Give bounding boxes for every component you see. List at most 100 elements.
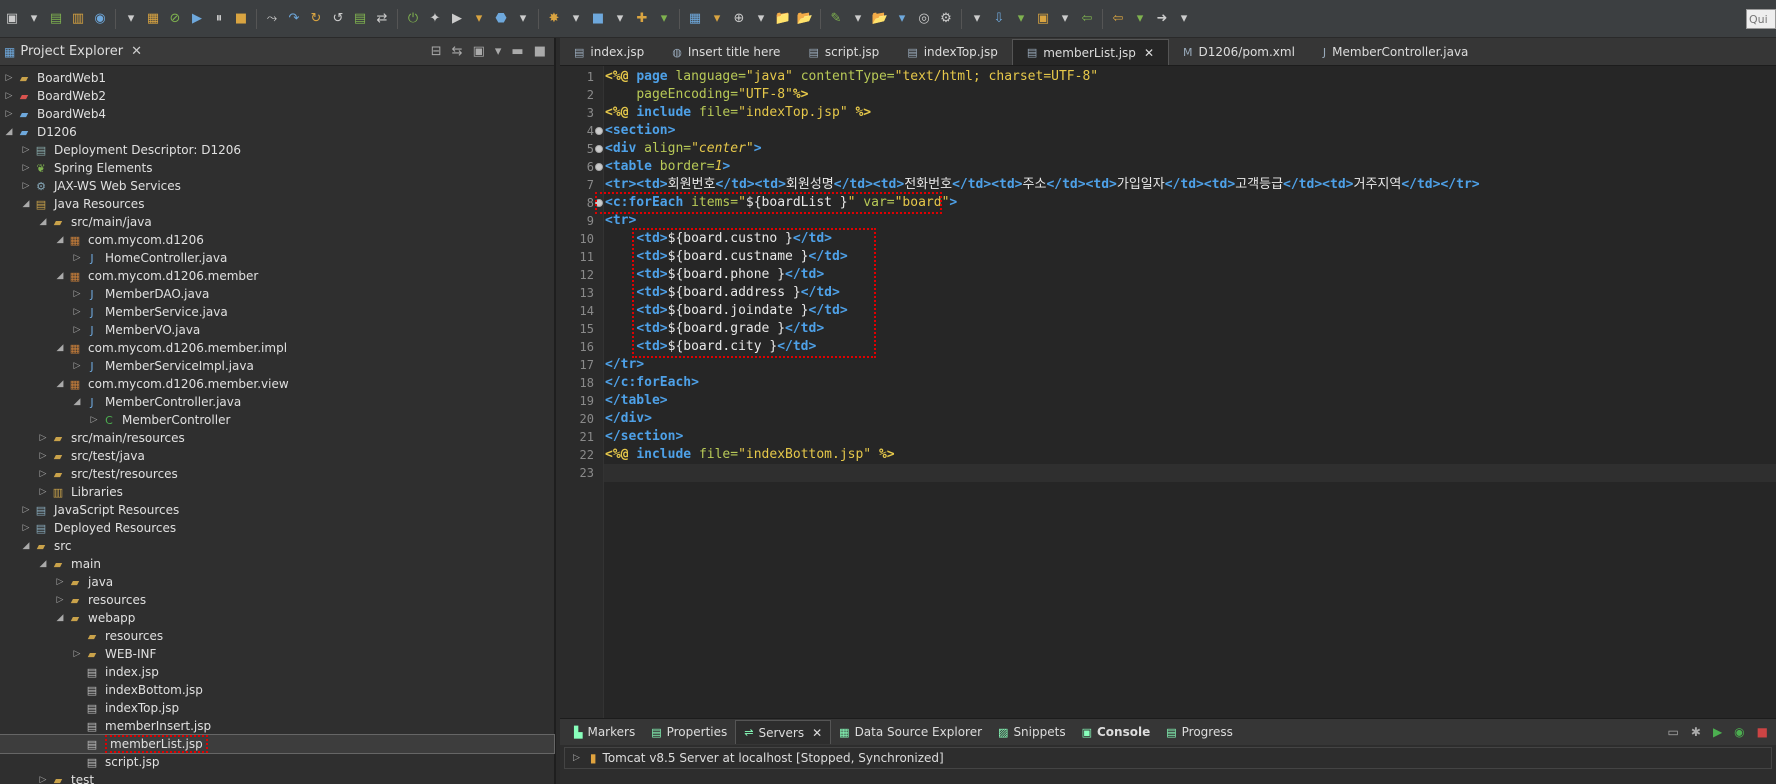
fold-toggle-icon[interactable] <box>595 145 603 153</box>
expand-arrow-icon[interactable]: ▷ <box>36 469 50 479</box>
fold-toggle-icon[interactable] <box>595 163 603 171</box>
maximize-icon[interactable]: ■ <box>534 44 546 59</box>
tree-item[interactable]: ▷ ▤ JavaScript Resources <box>0 501 554 519</box>
toolbar-button-icon[interactable]: ⇄ <box>372 9 392 29</box>
collapse-all-icon[interactable]: ⊟ <box>431 44 442 59</box>
toolbar-button-icon[interactable]: ▾ <box>469 9 489 29</box>
tree-item[interactable]: ▷ ❦ Spring Elements <box>0 159 554 177</box>
toolbar-button-icon[interactable]: ▤ <box>46 9 66 29</box>
toolbar-button-icon[interactable]: ⊕ <box>729 9 749 29</box>
expand-arrow-icon[interactable]: ▷ <box>36 775 50 784</box>
tree-item[interactable]: ▷ ▥ Libraries <box>0 483 554 501</box>
tree-item[interactable]: ▷ C MemberController <box>0 411 554 429</box>
bottom-tab[interactable]: ▣ Console <box>1074 720 1159 744</box>
toolbar-button-icon[interactable]: ⇩ <box>989 9 1009 29</box>
collapse-arrow-icon[interactable]: ◢ <box>70 397 84 407</box>
tree-item[interactable]: ▷ ▰ src/main/resources <box>0 429 554 447</box>
expand-arrow-icon[interactable]: ▷ <box>87 415 101 425</box>
toolbar-button-icon[interactable]: ◉ <box>90 9 110 29</box>
tree-item[interactable]: ▤ memberInsert.jsp <box>0 717 554 735</box>
toolbar-button-icon[interactable]: ▶ <box>187 9 207 29</box>
collapse-arrow-icon[interactable]: ◢ <box>53 343 67 353</box>
profile-server-icon[interactable]: ◉ <box>1734 725 1744 739</box>
tree-item[interactable]: ◢ ▰ D1206 <box>0 123 554 141</box>
tree-item[interactable]: ▷ ▤ Deployment Descriptor: D1206 <box>0 141 554 159</box>
tree-item[interactable]: ▷ ▰ BoardWeb1 <box>0 69 554 87</box>
collapse-arrow-icon[interactable]: ◢ <box>53 235 67 245</box>
editor-tab[interactable]: ▤ index.jsp <box>560 39 658 65</box>
toolbar-button-icon[interactable]: ⬣ <box>491 9 511 29</box>
toolbar-button-icon[interactable]: ▦ <box>685 9 705 29</box>
close-icon[interactable]: ✕ <box>1144 46 1154 60</box>
collapse-arrow-icon[interactable]: ◢ <box>2 127 16 137</box>
toolbar-button-icon[interactable]: 📂 <box>870 9 890 29</box>
minimize-icon[interactable]: ▬ <box>511 44 523 59</box>
editor-tab[interactable]: ▤ indexTop.jsp <box>893 39 1012 65</box>
toolbar-button-icon[interactable]: ▥ <box>68 9 88 29</box>
debug-server-icon[interactable]: ✱ <box>1691 725 1701 739</box>
tree-item[interactable]: ▷ J MemberService.java <box>0 303 554 321</box>
tree-item[interactable]: ▷ ▰ test <box>0 771 554 784</box>
start-server-icon[interactable]: ▶ <box>1713 725 1722 739</box>
toolbar-button-icon[interactable]: 📁 <box>773 9 793 29</box>
expand-arrow-icon[interactable]: ▷ <box>53 577 67 587</box>
expand-arrow-icon[interactable]: ▷ <box>2 91 16 101</box>
tree-item[interactable]: ◢ ▦ com.mycom.d1206.member.view <box>0 375 554 393</box>
collapse-arrow-icon[interactable]: ◢ <box>36 217 50 227</box>
toolbar-button-icon[interactable]: 📂 <box>795 9 815 29</box>
close-icon[interactable]: ✕ <box>812 726 822 740</box>
toolbar-button-icon[interactable]: ▾ <box>848 9 868 29</box>
expand-arrow-icon[interactable]: ▷ <box>19 523 33 533</box>
minimize-icon[interactable]: ▭ <box>1668 725 1679 739</box>
tree-item[interactable]: ◢ J MemberController.java <box>0 393 554 411</box>
toolbar-button-icon[interactable]: ⊘ <box>165 9 185 29</box>
toolbar-button-icon[interactable]: ■ <box>231 9 251 29</box>
toolbar-button-icon[interactable]: ▾ <box>513 9 533 29</box>
link-editor-icon[interactable]: ⇆ <box>452 44 463 59</box>
toolbar-button-icon[interactable]: ▣ <box>2 9 22 29</box>
toolbar-button-icon[interactable]: ◎ <box>914 9 934 29</box>
editor-tab[interactable]: M D1206/pom.xml <box>1169 39 1309 65</box>
editor-tab[interactable]: J MemberController.java <box>1309 39 1483 65</box>
tree-item[interactable]: ▷ ▰ BoardWeb4 <box>0 105 554 123</box>
toolbar-button-icon[interactable]: ▾ <box>1011 9 1031 29</box>
toolbar-button-icon[interactable]: ▦ <box>143 9 163 29</box>
tree-item[interactable]: ◢ ▰ webapp <box>0 609 554 627</box>
editor-tab[interactable]: ▤ script.jsp <box>794 39 893 65</box>
close-icon[interactable]: ✕ <box>131 44 142 59</box>
fold-toggle-icon[interactable] <box>595 127 603 135</box>
collapse-arrow-icon[interactable]: ◢ <box>53 613 67 623</box>
tree-item[interactable]: ▷ ▰ resources <box>0 591 554 609</box>
view-menu-icon[interactable]: ▾ <box>495 44 502 59</box>
expand-arrow-icon[interactable]: ▷ <box>19 181 33 191</box>
expand-arrow-icon[interactable]: ▷ <box>19 145 33 155</box>
toolbar-button-icon[interactable]: ↷ <box>284 9 304 29</box>
toolbar-button-icon[interactable]: ▣ <box>1033 9 1053 29</box>
toolbar-button-icon[interactable]: ⇦ <box>1108 9 1128 29</box>
toolbar-button-icon[interactable]: ▾ <box>892 9 912 29</box>
tree-item[interactable]: ▷ J MemberServiceImpl.java <box>0 357 554 375</box>
expand-arrow-icon[interactable]: ▷ <box>573 753 580 763</box>
toolbar-button-icon[interactable]: ▾ <box>751 9 771 29</box>
bottom-tab[interactable]: ▤ Progress <box>1158 720 1241 744</box>
expand-arrow-icon[interactable]: ▷ <box>70 307 84 317</box>
tree-item[interactable]: ▤ indexBottom.jsp <box>0 681 554 699</box>
tree-item[interactable]: ▰ resources <box>0 627 554 645</box>
tree-item[interactable]: ◢ ▰ main <box>0 555 554 573</box>
toolbar-button-icon[interactable]: ▾ <box>707 9 727 29</box>
tree-item[interactable]: ◢ ▰ src/main/java <box>0 213 554 231</box>
tree-item[interactable]: ▷ ▰ BoardWeb2 <box>0 87 554 105</box>
toolbar-button-icon[interactable]: ▾ <box>1055 9 1075 29</box>
tree-item[interactable]: ◢ ▦ com.mycom.d1206.member <box>0 267 554 285</box>
collapse-arrow-icon[interactable]: ◢ <box>36 559 50 569</box>
filter-icon[interactable]: ▣ <box>473 44 485 59</box>
toolbar-button-icon[interactable]: ⏻ <box>403 9 423 29</box>
collapse-arrow-icon[interactable]: ◢ <box>53 379 67 389</box>
toolbar-button-icon[interactable]: ▤ <box>350 9 370 29</box>
tree-item[interactable]: ◢ ▤ Java Resources <box>0 195 554 213</box>
expand-arrow-icon[interactable]: ▷ <box>19 505 33 515</box>
tree-item[interactable]: ◢ ▰ src <box>0 537 554 555</box>
toolbar-button-icon[interactable]: ✸ <box>544 9 564 29</box>
tree-item[interactable]: ▷ J MemberDAO.java <box>0 285 554 303</box>
toolbar-button-icon[interactable]: ▶ <box>447 9 467 29</box>
